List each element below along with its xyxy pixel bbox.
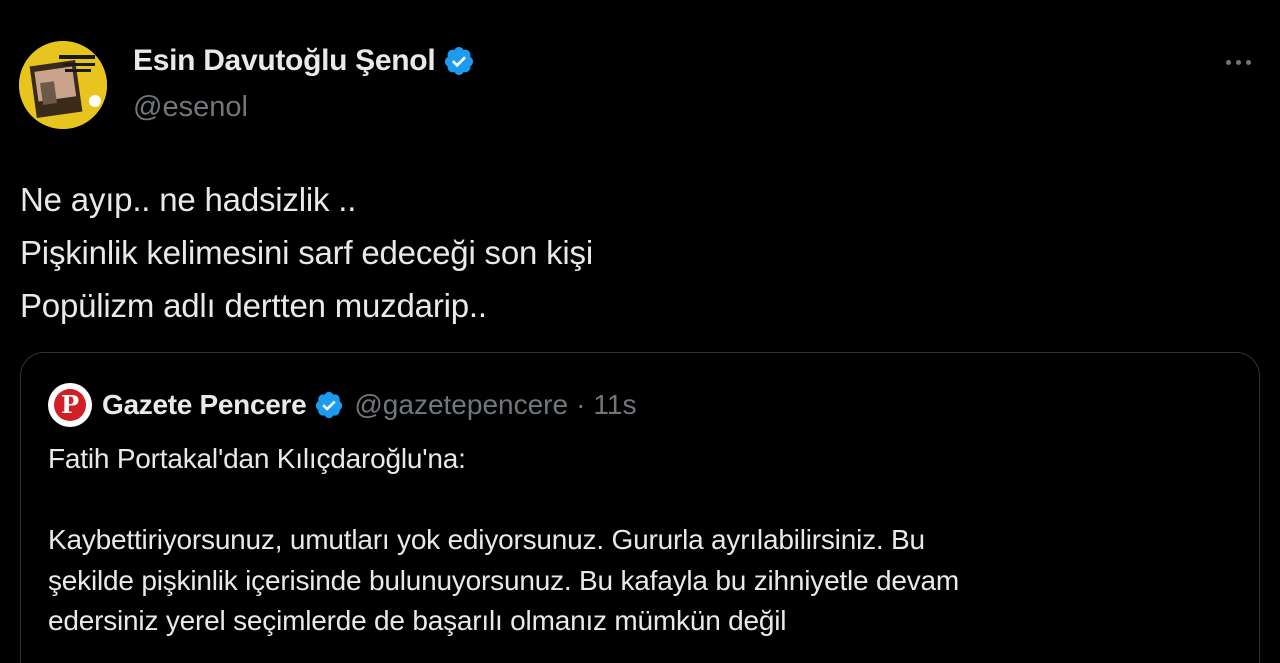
tweet-text-line: Pişkinlik kelimesini sarf edeceği son ki… [20,234,593,271]
quoted-text-line: edersiniz yerel seçimlerde de başarılı o… [48,605,787,636]
quoted-text-line [48,480,1238,521]
quoted-author-handle[interactable]: @gazetepencere [354,389,568,421]
quoted-tweet-header: P Gazete Pencere @gazetepencere · 11s [48,383,636,427]
quoted-tweet-text: Fatih Portakal'dan Kılıçdaroğlu'na: Kayb… [48,439,1238,642]
author-avatar[interactable] [19,41,107,129]
quoted-text-line: şekilde pişkinlik içerisinde bulunuyorsu… [48,564,960,596]
more-horizontal-icon [1235,59,1241,65]
author-name-text[interactable]: Esin Davutoğlu Şenol [133,44,436,78]
author-name[interactable]: Esin Davutoğlu Şenol [133,44,475,78]
tweet-text-line: Ne ayıp.. ne hadsizlik .. [20,181,357,218]
verified-badge-icon [445,47,474,75]
author-handle[interactable]: @esenol [133,91,248,124]
tweet-text: Ne ayıp.. ne hadsizlik .. Pişkinlik keli… [20,173,1220,332]
more-horizontal-icon [1225,59,1231,65]
more-horizontal-icon [1245,59,1251,65]
separator-dot: · [576,389,586,420]
more-options-button[interactable] [1218,46,1258,78]
gazete-pencere-logo-icon: P [54,389,86,421]
quoted-text-line: Kaybettiriyorsunuz, umutları yok ediyors… [48,524,925,555]
tweet: Esin Davutoğlu Şenol @esenol Ne ayıp.. n… [0,0,1280,663]
book-cover-avatar-icon [19,41,107,129]
quoted-tweet-time[interactable]: 11s [593,389,636,421]
verified-badge-icon [316,391,343,419]
tweet-text-line: Popülizm adlı dertten muzdarip.. [20,287,487,324]
quoted-tweet-card[interactable]: P Gazete Pencere @gazetepencere · 11s Fa… [20,352,1260,663]
quoted-text-line: Fatih Portakal'dan Kılıçdaroğlu'na: [48,443,466,474]
quoted-author-name[interactable]: Gazete Pencere [102,389,307,421]
quoted-author-avatar[interactable]: P [48,383,92,427]
